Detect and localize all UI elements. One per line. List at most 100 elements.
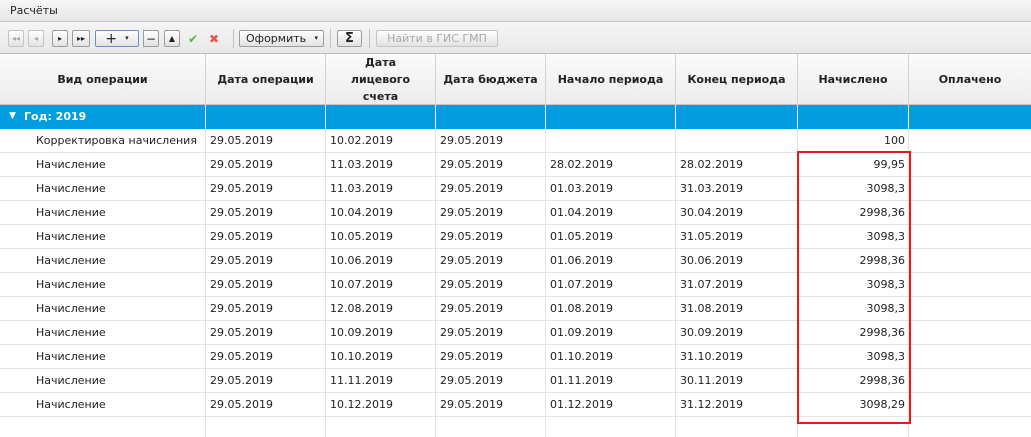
prev-record-icon: ◂ <box>33 33 38 43</box>
cell-budget-date: 29.05.2019 <box>436 297 546 321</box>
cell-period-start: 01.09.2019 <box>546 321 676 345</box>
cell-operation-type: Начисление <box>0 153 206 177</box>
cell-charged: 2998,36 <box>798 249 909 273</box>
cell-charged: 3098,3 <box>798 345 909 369</box>
empty-cell <box>798 417 909 437</box>
confirm-button[interactable]: ✔ <box>184 30 202 47</box>
cell-period-start: 01.07.2019 <box>546 273 676 297</box>
cell-operation-date: 29.05.2019 <box>206 273 326 297</box>
cell-operation-date: 29.05.2019 <box>206 249 326 273</box>
cell-operation-date: 29.05.2019 <box>206 225 326 249</box>
sigma-icon: Σ <box>345 31 354 46</box>
cell-charged: 3098,29 <box>798 393 909 417</box>
calculations-grid: Вид операции Дата операции Дата лицевого… <box>0 54 1031 437</box>
cell-period-start: 01.05.2019 <box>546 225 676 249</box>
cell-operation-type: Корректировка начисления <box>0 129 206 153</box>
table-row[interactable]: Начисление 29.05.2019 10.07.2019 29.05.2019… <box>0 273 1031 297</box>
column-header-account-date[interactable]: Дата лицевого счета <box>326 54 436 104</box>
sum-button[interactable]: Σ <box>337 30 362 47</box>
table-row[interactable]: Начисление 29.05.2019 10.10.2019 29.05.2019… <box>0 345 1031 369</box>
cell-paid <box>909 177 1031 201</box>
cell-paid <box>909 369 1031 393</box>
format-dropdown-button[interactable]: Оформить ▾ <box>239 30 324 47</box>
cell-period-end: 31.03.2019 <box>676 177 798 201</box>
table-row[interactable]: Начисление 29.05.2019 11.11.2019 29.05.2019… <box>0 369 1031 393</box>
cell-budget-date: 29.05.2019 <box>436 201 546 225</box>
cell-paid <box>909 393 1031 417</box>
format-label: Оформить <box>246 32 307 45</box>
cell-budget-date: 29.05.2019 <box>436 393 546 417</box>
table-row[interactable]: Корректировка начисления 29.05.2019 10.02.… <box>0 129 1031 153</box>
cell-account-date: 11.11.2019 <box>326 369 436 393</box>
column-header-paid[interactable]: Оплачено <box>909 54 1031 104</box>
cell-operation-type: Начисление <box>0 249 206 273</box>
column-header-period-end[interactable]: Конец периода <box>676 54 798 104</box>
table-row[interactable]: Начисление 29.05.2019 10.04.2019 29.05.2019… <box>0 201 1031 225</box>
cell-account-date: 11.03.2019 <box>326 177 436 201</box>
cancel-button[interactable]: ✖ <box>205 30 223 47</box>
cell-period-end: 31.08.2019 <box>676 297 798 321</box>
cell-period-start: 01.04.2019 <box>546 201 676 225</box>
cell-budget-date: 29.05.2019 <box>436 321 546 345</box>
cell-account-date: 10.06.2019 <box>326 249 436 273</box>
table-row[interactable]: Начисление 29.05.2019 10.06.2019 29.05.2019… <box>0 249 1031 273</box>
group-cell <box>436 105 546 129</box>
cell-operation-date: 29.05.2019 <box>206 153 326 177</box>
cell-charged: 99,95 <box>798 153 909 177</box>
cell-charged: 3098,3 <box>798 297 909 321</box>
cell-budget-date: 29.05.2019 <box>436 225 546 249</box>
last-record-button[interactable]: ▸▸ <box>72 30 90 47</box>
table-row-empty[interactable] <box>0 417 1031 437</box>
cell-charged: 2998,36 <box>798 321 909 345</box>
minus-icon: − <box>145 31 157 46</box>
cell-account-date: 10.10.2019 <box>326 345 436 369</box>
cell-budget-date: 29.05.2019 <box>436 177 546 201</box>
table-row[interactable]: Начисление 29.05.2019 10.09.2019 29.05.2019… <box>0 321 1031 345</box>
toolbar-divider <box>369 29 370 48</box>
table-row[interactable]: Начисление 29.05.2019 10.12.2019 29.05.2019… <box>0 393 1031 417</box>
cell-charged: 3098,3 <box>798 273 909 297</box>
column-header-operation-type[interactable]: Вид операции <box>0 54 206 104</box>
table-row[interactable]: Начисление 29.05.2019 12.08.2019 29.05.2019… <box>0 297 1031 321</box>
column-header-operation-date[interactable]: Дата операции <box>206 54 326 104</box>
first-record-button[interactable]: ◂◂ <box>8 30 24 47</box>
arrow-up-icon: ▲ <box>168 33 176 43</box>
expand-collapse-icon[interactable]: ▼ <box>9 111 16 121</box>
cell-period-start: 01.03.2019 <box>546 177 676 201</box>
next-record-button[interactable]: ▸ <box>52 30 68 47</box>
cell-account-date: 10.05.2019 <box>326 225 436 249</box>
group-cell <box>206 105 326 129</box>
group-row-year[interactable]: ▼ Год: 2019 <box>0 105 1031 129</box>
cell-operation-type: Начисление <box>0 177 206 201</box>
checkmark-icon: ✔ <box>187 31 199 46</box>
column-header-budget-date[interactable]: Дата бюджета <box>436 54 546 104</box>
cell-charged: 100 <box>798 129 909 153</box>
cell-period-end: 30.09.2019 <box>676 321 798 345</box>
table-row[interactable]: Начисление 29.05.2019 10.05.2019 29.05.2019… <box>0 225 1031 249</box>
group-cell <box>676 105 798 129</box>
find-in-gis-label: Найти в ГИС ГМП <box>387 32 487 45</box>
cell-paid <box>909 321 1031 345</box>
empty-cell <box>436 417 546 437</box>
cell-operation-type: Начисление <box>0 225 206 249</box>
cell-operation-date: 29.05.2019 <box>206 177 326 201</box>
remove-record-button[interactable]: − <box>143 30 159 47</box>
table-row[interactable]: Начисление 29.05.2019 11.03.2019 29.05.2019… <box>0 177 1031 201</box>
move-up-button[interactable]: ▲ <box>164 30 180 47</box>
cell-budget-date: 29.05.2019 <box>436 153 546 177</box>
empty-cell <box>546 417 676 437</box>
find-in-gis-button[interactable]: Найти в ГИС ГМП <box>376 30 498 47</box>
column-header-period-start[interactable]: Начало периода <box>546 54 676 104</box>
cell-charged: 2998,36 <box>798 201 909 225</box>
cell-operation-type: Начисление <box>0 345 206 369</box>
first-record-icon: ◂◂ <box>11 33 21 43</box>
cell-period-end: 30.11.2019 <box>676 369 798 393</box>
cell-operation-date: 29.05.2019 <box>206 201 326 225</box>
prev-record-button[interactable]: ◂ <box>28 30 44 47</box>
table-row[interactable]: Начисление 29.05.2019 11.03.2019 29.05.2019… <box>0 153 1031 177</box>
toolbar: ◂◂ ◂ ▸ ▸▸ + ▾ − ▲ ✔ ✖ Оформить ▾ Σ Найти… <box>0 22 1031 54</box>
close-icon: ✖ <box>208 31 220 46</box>
add-record-button[interactable]: + ▾ <box>95 30 139 47</box>
column-header-charged[interactable]: Начислено <box>798 54 909 104</box>
cell-operation-type: Начисление <box>0 393 206 417</box>
